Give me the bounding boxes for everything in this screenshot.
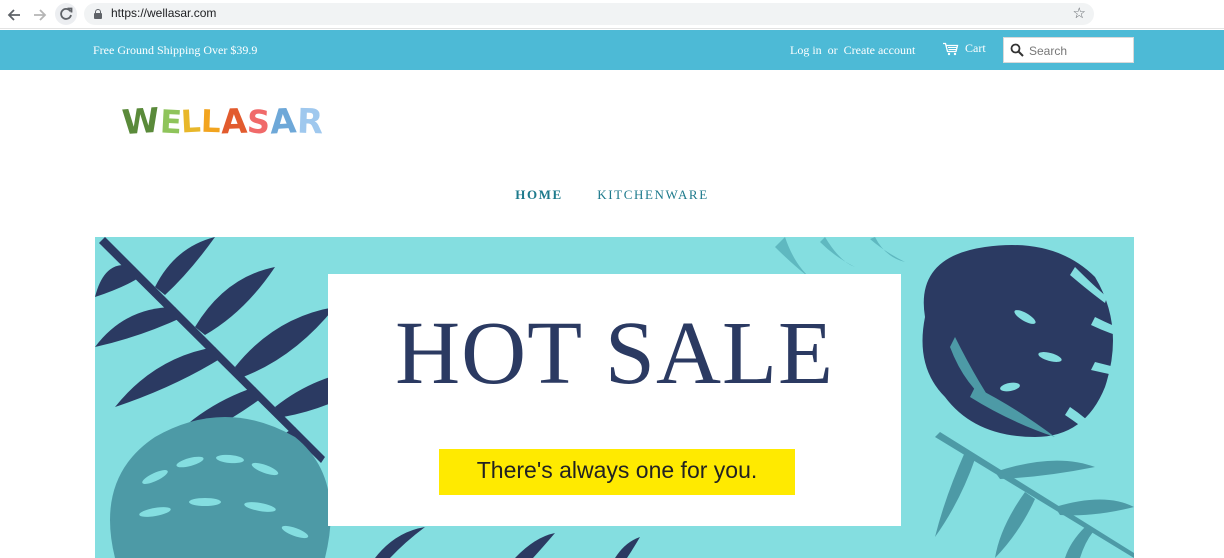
logo-letter: L <box>180 103 203 141</box>
nav-item-home[interactable]: HOME <box>515 187 563 203</box>
logo-letter: L <box>200 103 222 141</box>
search-box[interactable] <box>1003 37 1134 63</box>
hero-tagline: There's always one for you. <box>439 449 795 495</box>
url-text[interactable]: https://wellasar.com <box>111 6 216 20</box>
back-button[interactable] <box>4 5 24 25</box>
address-bar[interactable]: https://wellasar.com ☆ <box>84 3 1094 25</box>
search-icon[interactable] <box>1010 43 1024 57</box>
account-links: Log in or Create account <box>790 43 915 58</box>
login-link[interactable]: Log in <box>790 43 822 57</box>
forward-button[interactable] <box>30 5 50 25</box>
arrow-left-icon <box>7 9 20 21</box>
nav-item-kitchenware[interactable]: KITCHENWARE <box>597 187 708 203</box>
site-logo[interactable]: W E L L A S A R <box>120 100 324 144</box>
hero-banner[interactable]: HOT SALE There's always one for you. <box>95 237 1134 558</box>
cart-link[interactable]: Cart <box>942 41 986 56</box>
or-separator: or <box>827 43 838 57</box>
hero-title: HOT SALE <box>395 304 834 403</box>
announcement-bar: Free Ground Shipping Over $39.9 Log in or… <box>0 30 1224 70</box>
hero-card: HOT SALE There's always one for you. <box>328 274 901 526</box>
logo-letter: A <box>220 101 248 143</box>
reload-button[interactable] <box>55 3 77 25</box>
browser-toolbar: https://wellasar.com ☆ <box>0 0 1224 29</box>
reload-icon <box>60 7 73 20</box>
cart-label: Cart <box>965 41 986 55</box>
shipping-message: Free Ground Shipping Over $39.9 <box>93 43 258 57</box>
logo-letter: A <box>269 101 298 143</box>
search-input[interactable] <box>1029 42 1129 59</box>
main-nav: HOME KITCHENWARE <box>0 186 1224 204</box>
lock-icon[interactable] <box>94 9 102 19</box>
arrow-right-icon <box>34 9 47 21</box>
logo-letter: E <box>158 102 183 142</box>
logo-letter: W <box>120 100 161 144</box>
logo-letter: R <box>295 101 324 143</box>
create-account-link[interactable]: Create account <box>844 43 916 57</box>
logo-letter: S <box>246 102 272 142</box>
star-icon[interactable]: ☆ <box>1073 4 1086 22</box>
cart-icon <box>943 42 959 55</box>
